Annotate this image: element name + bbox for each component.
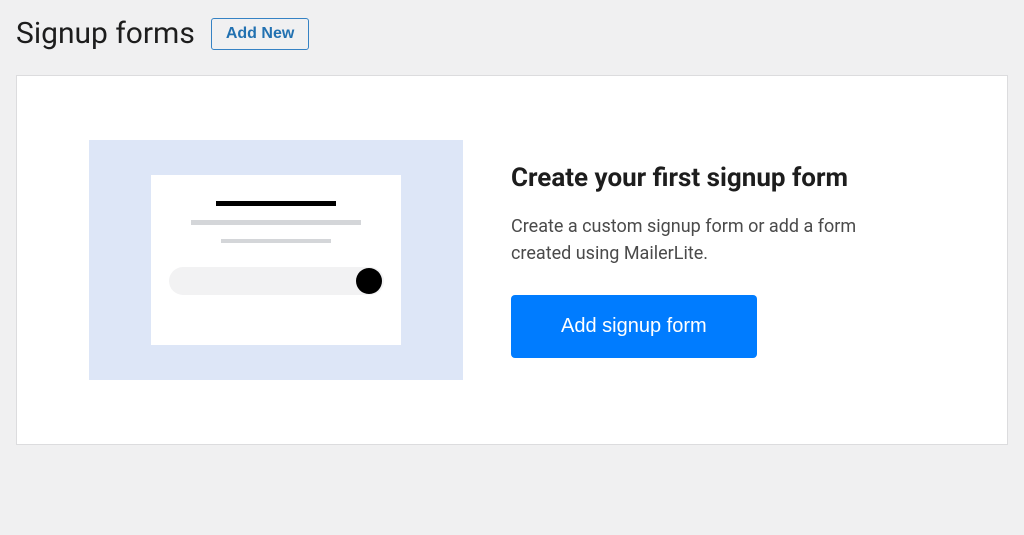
illustration-title-line	[216, 201, 336, 206]
illustration-input-pill	[169, 267, 384, 295]
page-title: Signup forms	[16, 16, 195, 51]
illustration-text-line	[191, 220, 361, 225]
empty-state-heading: Create your first signup form	[511, 163, 848, 193]
empty-state-card: Create your first signup form Create a c…	[16, 75, 1008, 445]
add-signup-form-button[interactable]: Add signup form	[511, 295, 757, 358]
empty-state-description: Create a custom signup form or add a for…	[511, 213, 891, 267]
form-illustration-inner	[151, 175, 401, 345]
page-header: Signup forms Add New	[16, 16, 1008, 51]
empty-state-content: Create your first signup form Create a c…	[511, 163, 935, 358]
add-new-button[interactable]: Add New	[211, 18, 309, 50]
illustration-submit-circle	[356, 268, 382, 294]
illustration-text-line	[221, 239, 331, 243]
form-illustration	[89, 140, 463, 380]
